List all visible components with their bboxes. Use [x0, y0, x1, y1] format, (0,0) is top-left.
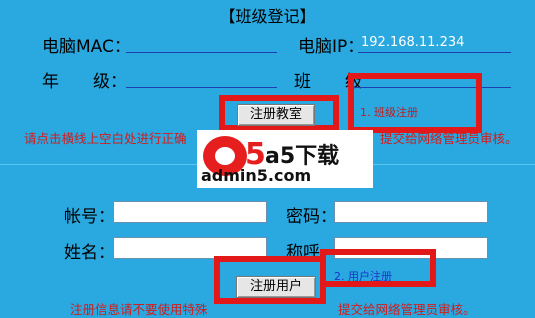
password-label: 密码：	[286, 207, 337, 227]
mac-label: 电脑MAC：	[42, 37, 131, 57]
grade-input[interactable]	[126, 69, 277, 88]
logo-site: admin5.com	[201, 166, 312, 185]
grade-label: 年 级：	[42, 72, 127, 92]
ip-input[interactable]: 192.168.11.234	[358, 34, 511, 53]
user-warning-tail: 提交给网络管理员审核。	[338, 302, 476, 317]
mac-input[interactable]	[126, 34, 277, 53]
password-input[interactable]	[334, 201, 488, 223]
annotation-class-register: 1. 班级注册	[360, 106, 418, 119]
account-label: 帐号：	[64, 207, 115, 227]
user-warning-text: 注册信息请不要使用特殊	[70, 302, 208, 317]
class-warning-tail: 提交给网络管理员审核。	[380, 131, 518, 146]
register-user-button[interactable]: 注册用户	[236, 276, 316, 298]
annotation-user-register: 2. 用户注册	[334, 270, 392, 283]
ip-label: 电脑IP：	[298, 37, 365, 57]
class-warning-text: 请点击横线上空白处进行正确	[24, 131, 187, 146]
page-title: 【班级登记】	[219, 7, 316, 26]
name-label: 姓名：	[64, 243, 115, 263]
account-input[interactable]	[113, 201, 267, 223]
annotation-box-class	[348, 73, 482, 133]
register-classroom-button[interactable]: 注册教室	[237, 104, 315, 126]
watermark-logo: 5 a5下载 admin5.com	[197, 130, 373, 188]
